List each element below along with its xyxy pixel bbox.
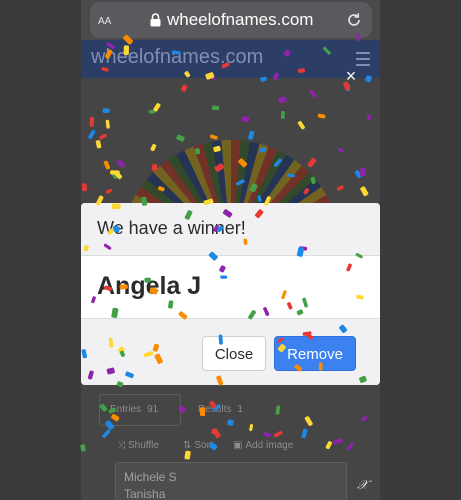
reload-icon[interactable] — [346, 12, 362, 28]
sort-button[interactable]: ⇅ Sort — [183, 440, 213, 451]
site-header: wheelofnames.com — [81, 40, 380, 78]
shuffle-button[interactable]: ⤨ Shuffle — [117, 440, 159, 451]
reader-settings-label: AA — [98, 16, 112, 27]
sort-label: Sort — [194, 440, 213, 451]
watermark-logo: 𝒳 — [357, 478, 369, 493]
shuffle-label: Shuffle — [128, 440, 159, 451]
menu-icon — [356, 52, 370, 66]
url-text: wheelofnames.com — [167, 10, 314, 29]
entries-textarea[interactable]: Michele S Tanisha — [115, 462, 347, 500]
site-logo: wheelofnames.com — [91, 46, 264, 68]
shuffle-icon: ⤨ — [117, 440, 125, 451]
dialog-body: Angela J — [81, 256, 380, 318]
entry-line: Tanisha — [124, 487, 166, 500]
add-image-label: Add image — [245, 440, 294, 451]
tab-entries-count: 91 — [147, 404, 159, 415]
close-button[interactable]: Close — [202, 336, 266, 371]
tab-results-count: 1 — [237, 404, 243, 415]
tab-entries-label: Entries — [110, 404, 142, 415]
reader-settings-button[interactable]: AA — [98, 12, 111, 27]
left-backdrop — [0, 0, 81, 500]
overlay-close-icon[interactable]: × — [341, 66, 361, 86]
add-image-button[interactable]: ▣ Add image — [233, 440, 293, 451]
sort-icon: ⇅ — [183, 440, 192, 451]
winner-dialog: We have a winner! Angela J Close Remove — [81, 203, 380, 385]
winner-name: Angela J — [97, 272, 202, 300]
address-bar[interactable]: AA wheelofnames.com — [90, 2, 372, 38]
entry-line: Michele S — [124, 470, 177, 484]
dialog-footer: Close Remove — [81, 318, 380, 385]
lock-icon — [150, 13, 161, 27]
tab-results[interactable]: Results 1 — [187, 394, 264, 426]
tab-entries[interactable]: Entries 91 — [99, 394, 181, 426]
dialog-header: We have a winner! — [81, 203, 380, 256]
image-icon: ▣ — [233, 440, 243, 451]
right-backdrop — [380, 0, 461, 500]
remove-button[interactable]: Remove — [274, 336, 356, 371]
tab-results-label: Results — [198, 404, 232, 415]
dialog-title: We have a winner! — [97, 218, 246, 238]
